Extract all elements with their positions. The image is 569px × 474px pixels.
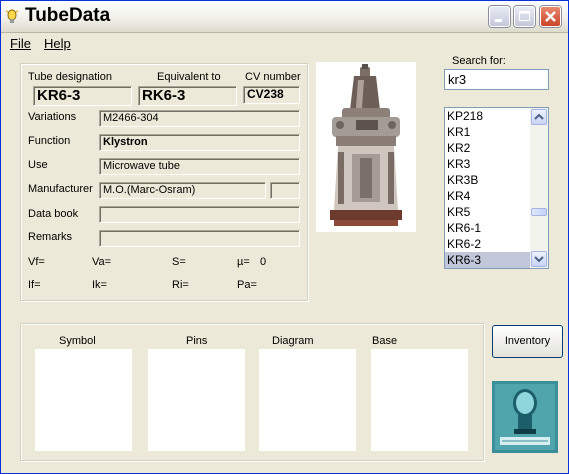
databook-field[interactable] xyxy=(99,206,300,223)
scroll-down-button[interactable] xyxy=(531,251,547,267)
chevron-up-icon xyxy=(534,113,544,120)
diagram-label: Diagram xyxy=(272,335,314,347)
title-bar: TubeData xyxy=(1,1,568,33)
manufacturer-field[interactable]: M.O.(Marc-Osram) xyxy=(99,182,266,199)
app-window: TubeData File Help Tube designation Equi… xyxy=(0,0,569,474)
manufacturer-label: Manufacturer xyxy=(28,183,93,195)
use-label: Use xyxy=(28,159,48,171)
mu-label: µ= xyxy=(237,256,250,268)
ik-label: Ik= xyxy=(92,279,107,291)
ri-label: Ri= xyxy=(172,279,189,291)
close-button[interactable] xyxy=(540,6,561,27)
maximize-icon xyxy=(519,11,530,21)
designation-field[interactable]: KR6-3 xyxy=(33,86,132,106)
remarks-field[interactable] xyxy=(99,230,300,247)
use-field[interactable]: Microwave tube xyxy=(99,158,300,175)
inventory-button[interactable]: Inventory xyxy=(492,325,563,358)
pins-label: Pins xyxy=(186,335,208,347)
symbol-canvas xyxy=(35,349,132,451)
chevron-down-icon xyxy=(534,256,544,263)
vf-label: Vf= xyxy=(28,256,45,268)
pa-label: Pa= xyxy=(237,279,257,291)
scroll-up-button[interactable] xyxy=(531,109,547,125)
s-label: S= xyxy=(172,256,186,268)
menu-file-label: File xyxy=(10,36,31,51)
search-label: Search for: xyxy=(452,55,506,67)
tube-logo-icon xyxy=(492,381,558,453)
window-title: TubeData xyxy=(25,5,111,26)
equivalent-field[interactable]: RK6-3 xyxy=(138,86,237,106)
lightbulb-icon xyxy=(5,9,19,23)
search-input[interactable]: kr3 xyxy=(444,69,549,90)
va-label: Va= xyxy=(92,256,112,268)
mu-value: 0 xyxy=(260,256,267,268)
if-label: If= xyxy=(28,279,41,291)
base-canvas xyxy=(371,349,468,451)
maximize-button[interactable] xyxy=(514,6,535,27)
equivalent-label: Equivalent to xyxy=(157,71,221,83)
menu-help[interactable]: Help xyxy=(44,36,71,51)
designation-label: Tube designation xyxy=(28,71,112,83)
cv-field[interactable]: CV238 xyxy=(243,86,300,104)
minimize-button[interactable] xyxy=(489,6,510,27)
minimize-icon xyxy=(495,19,502,22)
symbol-label: Symbol xyxy=(59,335,96,347)
menu-help-label: Help xyxy=(44,36,71,51)
app-logo xyxy=(492,381,558,453)
manufacturer-extra-field[interactable] xyxy=(270,182,300,199)
menu-bar: File Help xyxy=(1,33,568,53)
base-label: Base xyxy=(372,335,398,347)
close-icon xyxy=(545,11,556,22)
search-results-list[interactable]: KP218 KR1 KR2 KR3 KR3B KR4 KR5 KR6-1 KR6… xyxy=(444,107,549,269)
diagram-canvas xyxy=(259,349,356,451)
menu-file[interactable]: File xyxy=(10,36,31,51)
variations-field[interactable]: M2466-304 xyxy=(99,110,300,127)
pins-canvas xyxy=(148,349,245,451)
databook-label: Data book xyxy=(28,208,79,220)
scroll-thumb[interactable] xyxy=(531,208,547,216)
remarks-label: Remarks xyxy=(28,231,73,243)
cv-label: CV number xyxy=(245,71,301,83)
tube-photo xyxy=(316,62,416,232)
tube-photo-image xyxy=(316,62,416,232)
variations-label: Variations xyxy=(28,111,77,123)
function-field[interactable]: Klystron xyxy=(99,134,300,151)
function-label: Function xyxy=(28,135,71,147)
list-scrollbar[interactable] xyxy=(530,108,548,268)
